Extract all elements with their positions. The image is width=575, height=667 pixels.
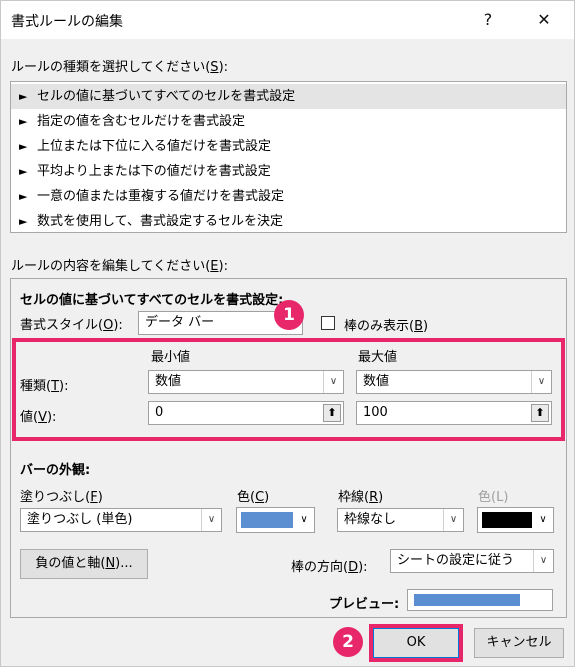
chevron-down-icon[interactable]: ∨ [201,509,221,531]
rule-type-item[interactable]: ► 一意の値または重複する値だけを書式設定 [11,184,566,209]
highlight-box [12,338,565,441]
preview-label: プレビュー: [329,597,400,612]
bar-appearance-heading: バーの外観: [20,463,91,478]
rule-type-label: ルールの種類を選択してください(S): [11,60,229,75]
chevron-down-icon[interactable]: ∨ [533,550,553,572]
help-button[interactable]: ? [467,4,509,36]
rule-type-list[interactable]: ► セルの値に基づいてすべてのセルを書式設定 ► 指定の値を含むセルだけを書式設定 … [10,81,567,233]
annotation-badge-1: 1 [274,300,304,330]
rule-edit-label: ルールの内容を編集してください(E): [11,259,228,274]
bar-direction-select[interactable]: シートの設定に従う ∨ [390,549,554,573]
chevron-down-icon[interactable]: ∨ [533,508,553,532]
bar-direction-label: 棒の方向(D): [291,560,368,575]
title-bar: 書式ルールの編集 ? ✕ [1,1,574,39]
fill-label: 塗りつぶし(F) [20,490,103,505]
rule-type-item[interactable]: ► 上位または下位に入る値だけを書式設定 [11,134,566,159]
border-color-swatch [482,512,532,528]
rule-type-item[interactable]: ► セルの値に基づいてすべてのセルを書式設定 [11,84,566,109]
preview-bar [414,594,520,606]
rule-type-item[interactable]: ► 数式を使用して、書式設定するセルを決定 [11,209,566,234]
bar-direction-value: シートの設定に従う [397,553,515,568]
fill-color-swatch [241,512,293,528]
cancel-button[interactable]: キャンセル [474,628,564,658]
fill-value: 塗りつぶし (単色) [27,512,133,527]
border-value: 枠線なし [344,512,397,527]
dialog-title: 書式ルールの編集 [11,14,123,30]
rule-type-item[interactable]: ► 指定の値を含むセルだけを書式設定 [11,109,566,134]
chevron-down-icon[interactable]: ∨ [294,508,314,532]
dialog-window: 書式ルールの編集 ? ✕ ルールの種類を選択してください(S): ► セルの値に基… [0,0,575,667]
border-label: 枠線(R) [338,490,384,505]
close-button[interactable]: ✕ [523,4,565,36]
preview-box [407,589,553,611]
ok-highlight-box [369,624,463,662]
format-style-label: 書式スタイル(O): [20,318,123,333]
rule-edit-heading: セルの値に基づいてすべてのセルを書式設定: [20,293,284,308]
fill-color-picker[interactable]: ∨ [236,507,315,533]
bar-only-checkbox[interactable] [321,316,335,330]
border-color-label: 色(L) [478,490,509,505]
border-select[interactable]: 枠線なし ∨ [337,508,464,532]
rule-type-item[interactable]: ► 平均より上または下の値だけを書式設定 [11,159,566,184]
negative-value-axis-button[interactable]: 負の値と軸(N)... [20,549,148,579]
annotation-badge-2: 2 [333,627,363,657]
border-color-picker[interactable]: ∨ [477,507,554,533]
chevron-down-icon[interactable]: ∨ [443,509,463,531]
fill-select[interactable]: 塗りつぶし (単色) ∨ [20,508,222,532]
bar-only-label: 棒のみ表示(B) [344,319,429,334]
fill-color-label: 色(C) [237,490,270,505]
